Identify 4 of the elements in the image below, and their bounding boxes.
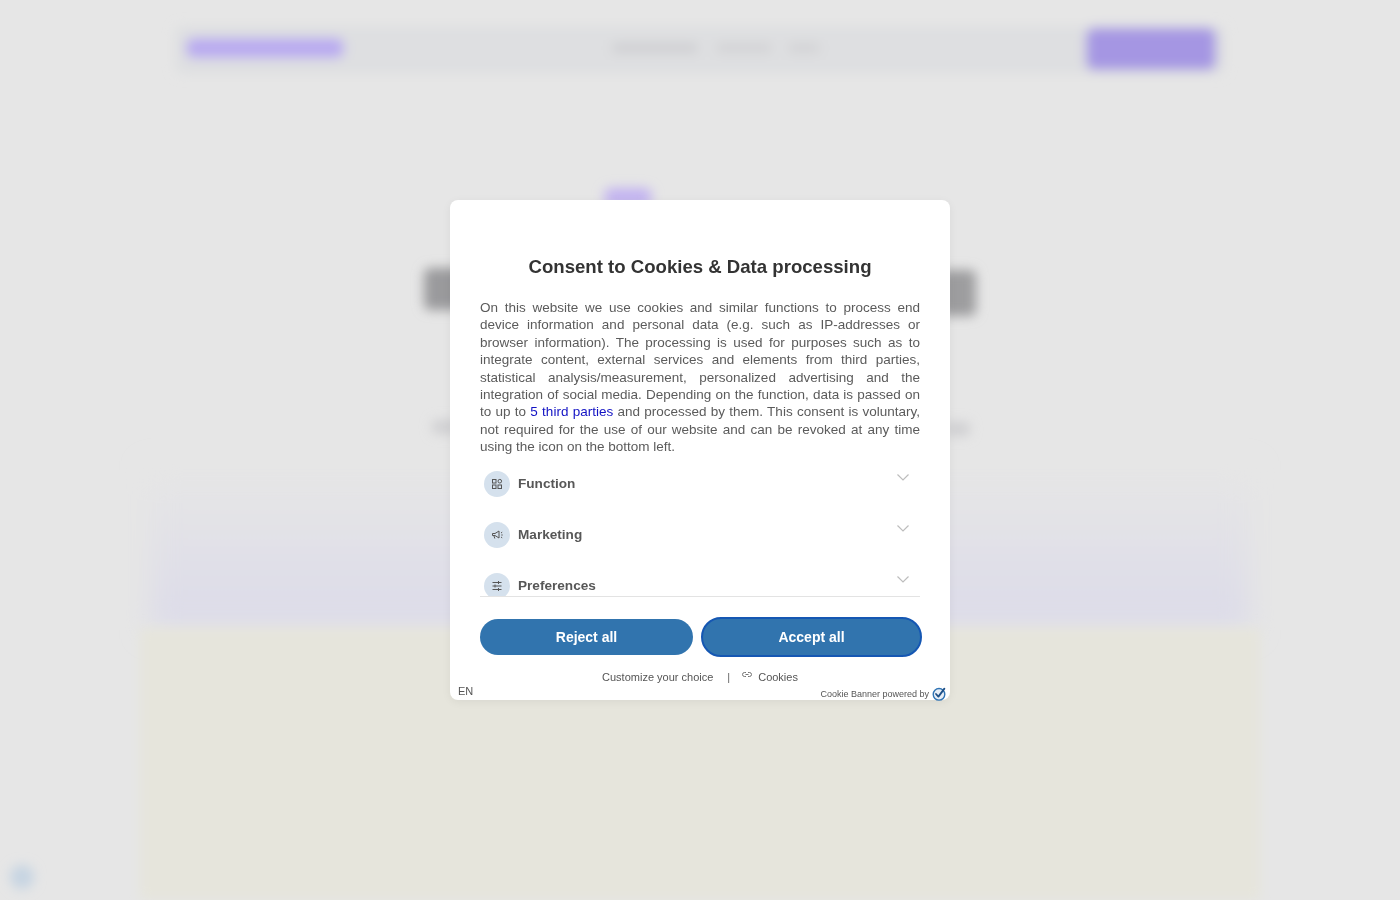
separator-text: | xyxy=(727,669,731,684)
powered-by-text: Cookie Banner powered by xyxy=(820,687,929,700)
dialog-title: Consent to Cookies & Data processing xyxy=(527,256,873,278)
consent-description: On this website we use cookies and similar functions to process end device information and personal data (e.g. such as IP-addresses or browser information). The processing is used for purposes such as to integrate content, external services and elements from third parties, statistical analysis/measurement, personalized advertising and the integration of social media. Depending on the function, data is passed on to up to 5 third parties and processed by them. This consent is voluntary, not required for the use of our website and can be revoked at any time using the icon on the bottom left. xyxy=(480,299,920,456)
